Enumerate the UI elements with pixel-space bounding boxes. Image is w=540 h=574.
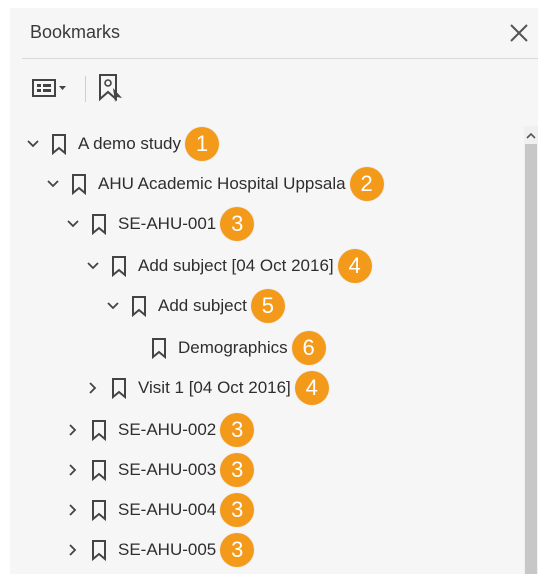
- bookmark-icon: [108, 375, 130, 401]
- options-menu-button[interactable]: [30, 72, 72, 104]
- bookmark-label[interactable]: Demographics: [178, 338, 288, 358]
- bookmark-icon: [88, 211, 110, 237]
- bookmark-icon: [88, 537, 110, 563]
- bookmark-label[interactable]: SE-AHU-005: [118, 540, 216, 560]
- chevron-down-icon[interactable]: [42, 173, 64, 195]
- bookmark-label[interactable]: Visit 1 [04 Oct 2016]: [138, 378, 291, 398]
- list-options-icon: [32, 79, 66, 97]
- scroll-up-icon[interactable]: [526, 128, 536, 139]
- bookmark-item[interactable]: SE-AHU-004 3: [62, 492, 255, 528]
- bookmark-label[interactable]: A demo study: [78, 134, 181, 154]
- header-divider: [22, 58, 538, 59]
- level-badge: 1: [185, 127, 220, 161]
- bookmarks-panel: Bookmarks A demo study 1 AHU Academic Ho…: [10, 8, 538, 574]
- bookmark-icon: [88, 457, 110, 483]
- chevron-right-icon[interactable]: [62, 459, 84, 481]
- chevron-right-icon[interactable]: [82, 377, 104, 399]
- bookmark-item[interactable]: Demographics 6: [122, 330, 326, 366]
- bookmark-item[interactable]: SE-AHU-002 3: [62, 412, 255, 448]
- chevron-down-icon[interactable]: [82, 255, 104, 277]
- bookmark-tree: A demo study 1 AHU Academic Hospital Uppsa…: [10, 126, 522, 574]
- bookmark-icon: [48, 131, 70, 157]
- bookmark-icon: [128, 293, 150, 319]
- bookmark-icon: [88, 417, 110, 443]
- bookmark-item[interactable]: A demo study 1: [22, 126, 220, 162]
- level-badge: 2: [349, 167, 384, 201]
- level-badge: 3: [220, 207, 255, 241]
- vertical-scrollbar[interactable]: [524, 126, 538, 574]
- level-badge: 5: [250, 289, 285, 323]
- panel-header: Bookmarks: [10, 8, 538, 58]
- level-badge: 3: [220, 413, 255, 447]
- bookmark-icon: [68, 171, 90, 197]
- level-badge: 3: [220, 493, 255, 527]
- bookmark-icon: [148, 335, 170, 361]
- chevron-right-icon[interactable]: [62, 419, 84, 441]
- bookmark-label[interactable]: SE-AHU-002: [118, 420, 216, 440]
- level-badge: 4: [294, 371, 329, 405]
- level-badge: 4: [337, 249, 372, 283]
- close-icon[interactable]: [508, 22, 530, 44]
- bookmark-label[interactable]: AHU Academic Hospital Uppsala: [98, 174, 346, 194]
- bookmark-item[interactable]: Add subject [04 Oct 2016] 4: [82, 248, 372, 284]
- bookmarks-toolbar: [10, 64, 538, 114]
- new-bookmark-button[interactable]: [94, 72, 126, 104]
- panel-title: Bookmarks: [30, 22, 121, 42]
- level-badge: 3: [220, 453, 255, 487]
- bookmark-label[interactable]: SE-AHU-001: [118, 214, 216, 234]
- chevron-down-icon[interactable]: [62, 213, 84, 235]
- bookmark-item[interactable]: AHU Academic Hospital Uppsala 2: [42, 166, 384, 202]
- bookmark-item[interactable]: Visit 1 [04 Oct 2016] 4: [82, 370, 329, 406]
- bookmark-label[interactable]: SE-AHU-003: [118, 460, 216, 480]
- level-badge: 3: [220, 533, 255, 567]
- chevron-right-icon[interactable]: [62, 539, 84, 561]
- toolbar-separator: [85, 76, 86, 102]
- chevron-right-icon[interactable]: [62, 499, 84, 521]
- scrollbar-thumb[interactable]: [525, 144, 537, 574]
- bookmark-label[interactable]: SE-AHU-004: [118, 500, 216, 520]
- chevron-down-icon[interactable]: [102, 295, 124, 317]
- bookmark-item[interactable]: SE-AHU-005 3: [62, 532, 255, 568]
- bookmark-icon: [108, 253, 130, 279]
- chevron-down-icon[interactable]: [22, 133, 44, 155]
- bookmark-icon: [88, 497, 110, 523]
- bookmark-item[interactable]: SE-AHU-001 3: [62, 206, 255, 242]
- level-badge: 6: [291, 331, 326, 365]
- bookmark-label[interactable]: Add subject: [158, 296, 247, 316]
- bookmark-label[interactable]: Add subject [04 Oct 2016]: [138, 256, 334, 276]
- bookmark-item[interactable]: SE-AHU-003 3: [62, 452, 255, 488]
- bookmark-item[interactable]: Add subject 5: [102, 288, 285, 324]
- new-bookmark-icon: [99, 74, 122, 102]
